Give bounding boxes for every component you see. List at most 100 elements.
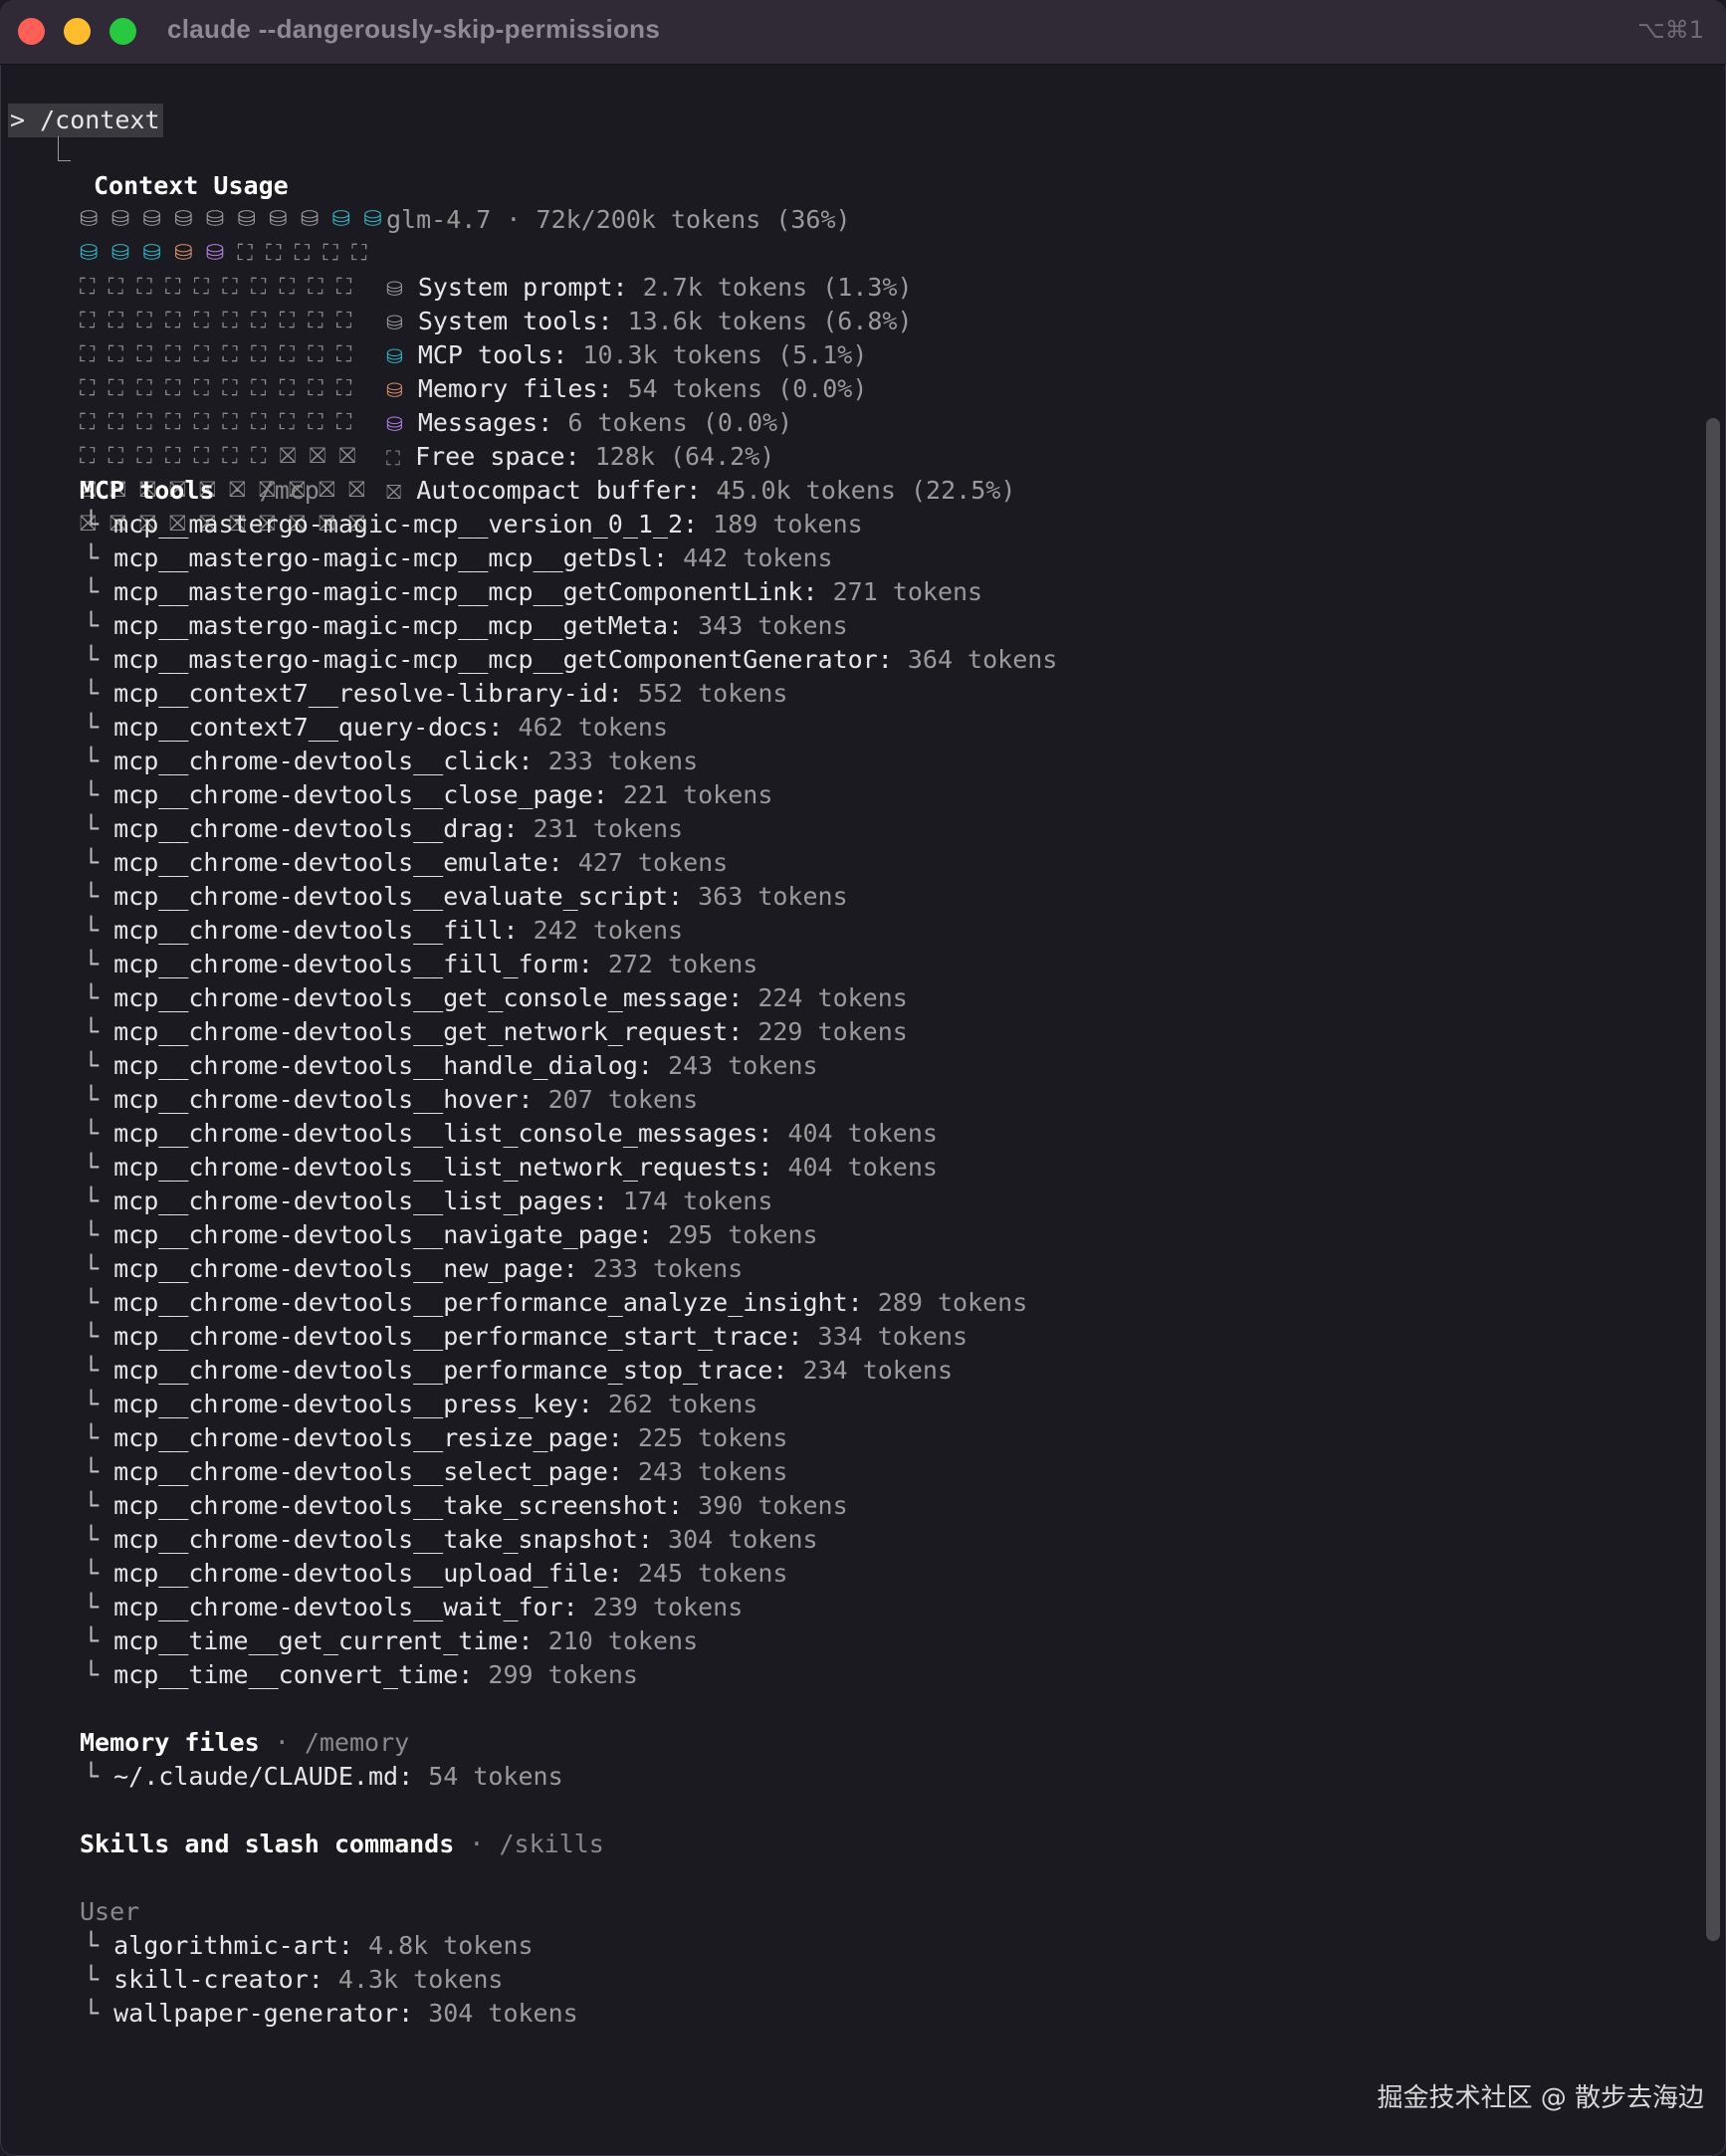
legend-item: ⛁ System prompt: 2.7k tokens (1.3%) [386, 271, 913, 306]
mcp-tool-item-tokens: 225 tokens [637, 1423, 788, 1452]
usage-cell-icon: ⛶ [80, 309, 96, 333]
legend-icon: ⛁ [386, 344, 403, 368]
title-bar: claude --dangerously-skip-permissions ⌥⌘… [0, 0, 1726, 65]
mcp-tools-heading-command: /mcp [259, 476, 320, 505]
tree-branch-glyph: └ [84, 1626, 114, 1655]
tree-branch-glyph: └ [84, 1017, 114, 1046]
minimize-window-button[interactable] [64, 18, 91, 45]
mcp-tool-item: └ mcp__time__get_current_time: 210 token… [84, 1624, 698, 1658]
mcp-tool-item-name: mcp__mastergo-magic-mcp__mcp__getMeta: [113, 611, 684, 640]
usage-cell-icon: ⛶ [222, 410, 238, 435]
skill-item: └ skill-creator: 4.3k tokens [84, 1963, 503, 1997]
mcp-tool-item: └ mcp__chrome-devtools__list_console_mes… [84, 1117, 938, 1151]
usage-cell-icon: ⛶ [250, 342, 267, 367]
usage-cell-icon: ⛶ [80, 376, 96, 401]
usage-cell-icon: ⛁ [142, 241, 161, 266]
mcp-tool-item-name: mcp__chrome-devtools__list_console_messa… [113, 1119, 773, 1148]
skill-item-tokens: 4.3k tokens [337, 1965, 504, 1994]
skill-item-name: wallpaper-generator: [113, 1999, 414, 2028]
legend-label: System tools: [417, 307, 613, 335]
legend-value: 45.0k tokens (22.5%) [716, 476, 1016, 505]
usage-cell-icon: ⛝ [279, 444, 297, 469]
mcp-tool-item-tokens: 243 tokens [668, 1051, 818, 1080]
tree-branch-glyph: └ [84, 1051, 114, 1080]
mcp-tool-item-name: mcp__chrome-devtools__hover: [113, 1085, 534, 1114]
usage-cell-icon: ⛶ [108, 410, 124, 435]
mcp-tool-item: └ mcp__mastergo-magic-mcp__mcp__getMeta:… [84, 609, 848, 643]
usage-cell-icon: ⛶ [164, 376, 181, 401]
usage-grid-row: ⛶ ⛶ ⛶ ⛶ ⛶ ⛶ ⛶ ⛶ ⛶ ⛶ [80, 305, 351, 338]
legend-item: ⛁ MCP tools: 10.3k tokens (5.1%) [386, 338, 867, 373]
mcp-tool-item-tokens: 210 tokens [547, 1626, 699, 1655]
legend-item: ⛁ Memory files: 54 tokens (0.0%) [386, 372, 867, 407]
mcp-tool-item-tokens: 427 tokens [577, 848, 729, 877]
tree-branch-glyph: └ [84, 611, 114, 640]
watermark: 掘金技术社区 @ 散步去海边 [1377, 2083, 1704, 2113]
skill-item: └ algorithmic-art: 4.8k tokens [84, 1929, 534, 1963]
mcp-tool-item: └ mcp__chrome-devtools__take_snapshot: 3… [84, 1523, 818, 1557]
usage-cell-icon: ⛶ [80, 275, 96, 300]
mcp-tool-item: └ mcp__mastergo-magic-mcp__mcp__getCompo… [84, 575, 982, 609]
tree-branch-glyph: └ [84, 577, 114, 606]
usage-cell-icon: ⛶ [335, 275, 352, 300]
mcp-tool-item-tokens: 189 tokens [713, 510, 863, 539]
mcp-tool-item-tokens: 390 tokens [698, 1491, 848, 1520]
mcp-tool-item-name: mcp__mastergo-magic-mcp__mcp__getCompone… [113, 577, 818, 606]
mcp-tool-item: └ mcp__chrome-devtools__new_page: 233 to… [84, 1252, 743, 1286]
window-title: claude --dangerously-skip-permissions [167, 14, 661, 44]
usage-cell-icon: ⛶ [164, 309, 181, 333]
tree-branch-glyph: └ [84, 543, 114, 572]
zoom-window-button[interactable] [109, 18, 136, 45]
usage-cell-icon: ⛶ [308, 376, 324, 401]
usage-cell-icon: ⛶ [108, 342, 124, 367]
mcp-tool-item-tokens: 363 tokens [698, 882, 848, 911]
tree-branch-glyph: └ [84, 1356, 114, 1385]
mcp-tool-item-name: mcp__chrome-devtools__take_snapshot: [113, 1525, 653, 1554]
mcp-tool-item-tokens: 233 tokens [592, 1254, 744, 1283]
legend-label: Autocompact buffer: [416, 476, 702, 505]
tree-branch-glyph: └ [84, 1762, 114, 1791]
skills-heading-command: /skills [499, 1830, 604, 1858]
skill-item-tokens: 304 tokens [428, 1999, 578, 2028]
tree-branch-glyph: └ [84, 1999, 114, 2028]
tree-branch-glyph: └ [84, 1288, 114, 1317]
mcp-tool-item-tokens: 299 tokens [488, 1660, 638, 1689]
skills-heading: Skills and slash commands · /skills [80, 1828, 604, 1861]
usage-cell-icon: ⛁ [110, 241, 130, 266]
mcp-tool-item-tokens: 334 tokens [817, 1322, 969, 1351]
usage-cell-icon: ⛶ [193, 309, 210, 333]
mcp-tool-item: └ mcp__chrome-devtools__handle_dialog: 2… [84, 1049, 818, 1083]
memory-files-heading: Memory files · /memory [80, 1726, 409, 1760]
mcp-tool-item: └ mcp__chrome-devtools__performance_star… [84, 1320, 968, 1354]
legend-icon: ⛁ [386, 378, 403, 402]
usage-cell-icon: ⛶ [136, 444, 152, 469]
tree-branch-glyph: └ [84, 1085, 114, 1114]
memory-file-item: └ ~/.claude/CLAUDE.md: 54 tokens [84, 1760, 563, 1794]
usage-cell-icon: ⛝ [309, 444, 326, 469]
usage-cell-icon: ⛶ [164, 444, 181, 469]
legend-item: ⛝ Autocompact buffer: 45.0k tokens (22.5… [386, 474, 1015, 509]
usage-cell-icon: ⛁ [237, 207, 256, 232]
mcp-tool-item: └ mcp__chrome-devtools__evaluate_script:… [84, 880, 848, 914]
mcp-tool-item-name: mcp__chrome-devtools__emulate: [113, 848, 563, 877]
tree-branch-glyph: └ [84, 983, 114, 1012]
mcp-tool-item-name: mcp__context7__query-docs: [113, 713, 504, 742]
mcp-tool-item: └ mcp__chrome-devtools__select_page: 243… [84, 1455, 787, 1489]
legend-value: 2.7k tokens (1.3%) [642, 273, 913, 302]
mcp-tool-item-name: mcp__chrome-devtools__upload_file: [113, 1559, 623, 1588]
usage-cell-icon: ⛶ [80, 444, 96, 469]
usage-cell-icon: ⛶ [80, 342, 96, 367]
mcp-tool-item-name: mcp__chrome-devtools__get_console_messag… [113, 983, 744, 1012]
mcp-tool-item-name: mcp__chrome-devtools__new_page: [113, 1254, 578, 1283]
mcp-tool-item-tokens: 229 tokens [757, 1017, 908, 1046]
tree-branch-glyph: └ [84, 1559, 114, 1588]
mcp-tool-item-name: mcp__time__convert_time: [113, 1660, 474, 1689]
scrollbar[interactable] [1706, 418, 1720, 1941]
close-window-button[interactable] [18, 18, 45, 45]
tree-branch-glyph: └ [84, 1423, 114, 1452]
mcp-tool-item: └ mcp__chrome-devtools__get_console_mess… [84, 981, 908, 1015]
mcp-tool-item-tokens: 271 tokens [832, 577, 983, 606]
usage-cell-icon: ⛁ [80, 207, 99, 232]
legend-icon: ⛁ [386, 311, 403, 334]
usage-cell-icon: ⛁ [142, 207, 161, 232]
